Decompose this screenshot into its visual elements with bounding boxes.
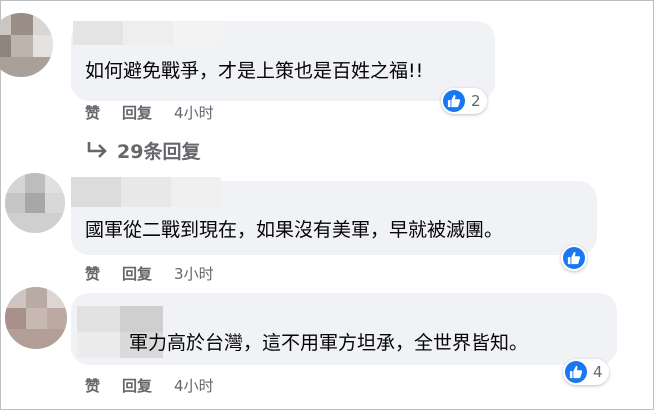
author-name[interactable] (73, 21, 223, 45)
avatar[interactable] (5, 287, 67, 349)
thumbs-up-icon (443, 90, 465, 112)
timestamp[interactable]: 4小时 (174, 102, 214, 123)
comment-actions: 赞 回复 4小时 (85, 102, 214, 123)
reaction-count: 4 (593, 363, 603, 381)
comment-text: 國軍從二戰到現在，如果沒有美軍，早就被滅團。 (85, 219, 504, 241)
comment-actions: 赞 回复 4小时 (85, 375, 214, 396)
reply-button[interactable]: 回复 (122, 102, 152, 123)
thumbs-up-icon (563, 247, 585, 269)
reply-button[interactable]: 回复 (122, 263, 152, 284)
reaction-count: 2 (471, 92, 481, 110)
like-button[interactable]: 赞 (85, 375, 100, 396)
reaction-summary[interactable]: 2 (441, 88, 487, 114)
thumbs-up-icon (565, 361, 587, 383)
timestamp[interactable]: 4小时 (174, 375, 214, 396)
comment-actions: 赞 回复 3小时 (85, 263, 214, 284)
like-button[interactable]: 赞 (85, 263, 100, 284)
reaction-summary[interactable]: 4 (563, 359, 609, 385)
reply-arrow-icon (85, 140, 109, 162)
author-name[interactable] (71, 177, 221, 207)
reaction-summary[interactable] (561, 245, 587, 271)
avatar[interactable] (0, 13, 53, 77)
view-replies-label: 29条回复 (117, 141, 201, 163)
timestamp[interactable]: 3小时 (174, 263, 214, 284)
view-replies-button[interactable]: 29条回复 (85, 137, 200, 164)
like-button[interactable]: 赞 (85, 102, 100, 123)
avatar[interactable] (5, 173, 65, 233)
reply-button[interactable]: 回复 (122, 375, 152, 396)
comment-text: 如何避免戰爭，才是上策也是百姓之福!! (85, 60, 424, 82)
comment-text: 軍力高於台灣，這不用軍方坦承，全世界皆知。 (129, 332, 529, 354)
